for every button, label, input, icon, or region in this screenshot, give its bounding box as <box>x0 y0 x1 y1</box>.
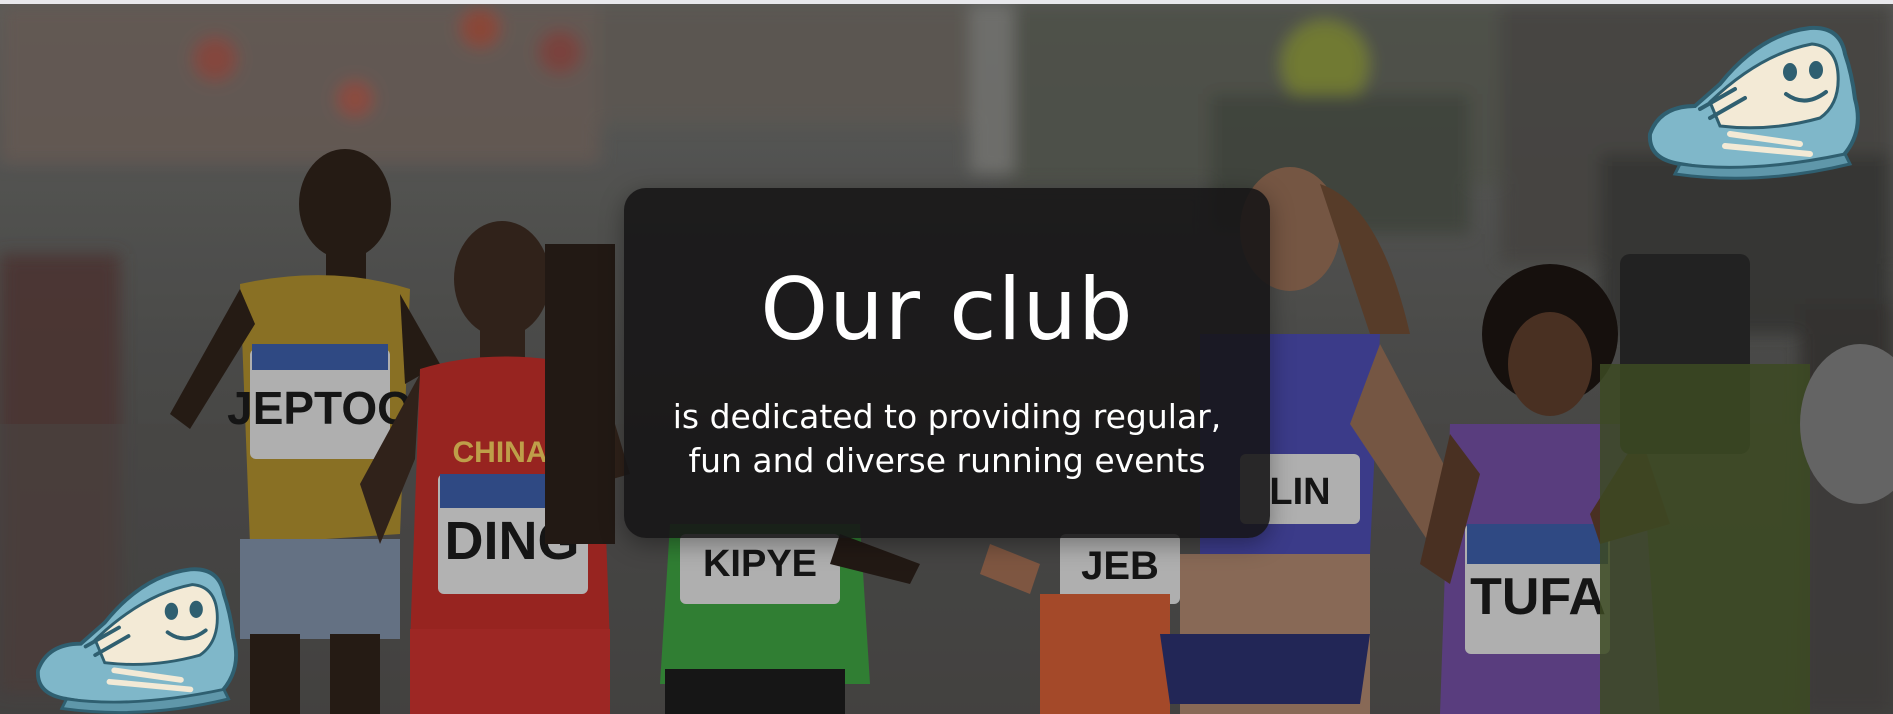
cartoon-sneaker-icon-bottom <box>36 567 238 714</box>
page: JEPTOO CHINA DING KIPYE JEB LIN TUFA Our… <box>0 0 1893 714</box>
club-description-line-1: is dedicated to providing regular, <box>672 397 1222 436</box>
club-title: Our club <box>760 260 1134 360</box>
club-intro-card: Our club is dedicated to providing regul… <box>624 188 1270 538</box>
club-description-line-2: fun and diverse running events <box>688 441 1206 480</box>
hero-banner: JEPTOO CHINA DING KIPYE JEB LIN TUFA Our… <box>0 4 1893 714</box>
cartoon-sneaker-icon <box>1647 25 1860 180</box>
